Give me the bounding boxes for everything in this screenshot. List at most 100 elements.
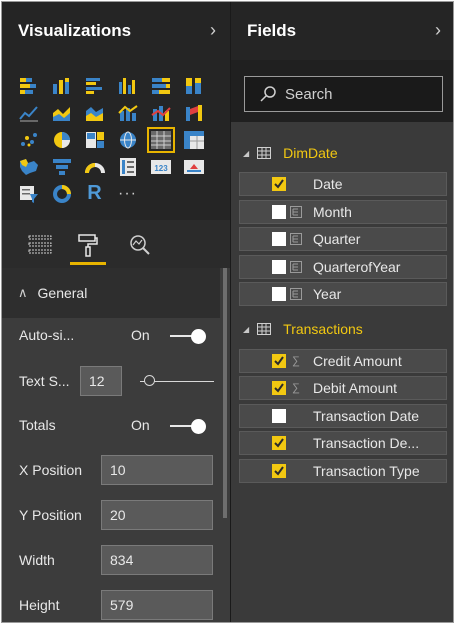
field-name: Year bbox=[313, 286, 342, 302]
field-checkbox[interactable] bbox=[272, 381, 286, 395]
100-stacked-column-chart-icon[interactable] bbox=[177, 72, 210, 99]
slicer-icon[interactable] bbox=[12, 180, 45, 207]
card-icon[interactable]: 123 bbox=[144, 153, 177, 180]
field-item-transaction-type[interactable]: Transaction Type bbox=[239, 459, 447, 483]
height-input[interactable]: 579 bbox=[101, 590, 213, 620]
line-clustered-column-icon[interactable] bbox=[111, 99, 144, 126]
stacked-bar-chart-icon[interactable] bbox=[12, 72, 45, 99]
pie-chart-icon[interactable] bbox=[45, 126, 78, 153]
stacked-area-chart-icon[interactable] bbox=[78, 99, 111, 126]
field-name: Debit Amount bbox=[313, 380, 398, 396]
globe-map-icon[interactable] bbox=[111, 126, 144, 153]
matrix-icon[interactable] bbox=[177, 126, 210, 153]
format-tab[interactable] bbox=[70, 228, 106, 265]
clustered-column-chart-icon[interactable] bbox=[111, 72, 144, 99]
field-checkbox[interactable] bbox=[272, 177, 286, 191]
field-checkbox[interactable] bbox=[272, 354, 286, 368]
field-name: Month bbox=[313, 204, 352, 220]
line-chart-icon[interactable] bbox=[12, 99, 45, 126]
format-scrollbar[interactable] bbox=[223, 268, 227, 518]
text-size-slider-handle[interactable] bbox=[144, 375, 155, 386]
field-item-year[interactable]: Year bbox=[239, 282, 447, 306]
general-section-title: General bbox=[37, 285, 88, 301]
scatter-chart-icon[interactable] bbox=[12, 126, 45, 153]
clustered-bar-chart-icon[interactable] bbox=[78, 72, 111, 99]
gauge-icon[interactable] bbox=[78, 153, 111, 180]
width-row: Width 834 bbox=[2, 543, 220, 579]
field-item-transaction-date[interactable]: Transaction Date bbox=[239, 404, 447, 428]
general-section-header[interactable]: ∧ General bbox=[2, 268, 220, 318]
field-item-month[interactable]: Month bbox=[239, 200, 447, 224]
visualizations-title: Visualizations bbox=[18, 21, 132, 40]
field-checkbox[interactable] bbox=[272, 436, 286, 450]
visualization-tabs bbox=[2, 220, 230, 268]
100-stacked-bar-chart-icon[interactable] bbox=[144, 72, 177, 99]
multi-row-card-icon[interactable] bbox=[111, 153, 144, 180]
more-visuals-label: ··· bbox=[118, 184, 137, 202]
field-item-quarter[interactable]: Quarter bbox=[239, 227, 447, 251]
height-label: Height bbox=[19, 597, 60, 613]
field-item-debit-amount[interactable]: ∑ Debit Amount bbox=[239, 376, 447, 400]
field-checkbox[interactable] bbox=[272, 409, 286, 423]
r-visual-icon[interactable]: R bbox=[78, 180, 111, 207]
kpi-icon[interactable] bbox=[177, 153, 210, 180]
field-name: QuarterofYear bbox=[313, 259, 401, 275]
totals-toggle[interactable] bbox=[170, 419, 206, 434]
donut-chart-icon[interactable] bbox=[45, 180, 78, 207]
chevron-right-icon[interactable]: › bbox=[210, 20, 216, 41]
field-checkbox[interactable] bbox=[272, 287, 286, 301]
search-input[interactable]: Search bbox=[244, 76, 443, 112]
svg-text:123: 123 bbox=[154, 164, 168, 173]
hierarchy-icon bbox=[289, 260, 303, 274]
table-header-transactions[interactable]: ◢ Transactions bbox=[231, 314, 363, 344]
table-grid-icon bbox=[257, 147, 272, 159]
more-visuals-icon[interactable]: ··· bbox=[111, 180, 144, 207]
width-label: Width bbox=[19, 552, 55, 568]
auto-size-row: Auto-si... On bbox=[2, 318, 220, 354]
r-visual-label: R bbox=[87, 182, 102, 204]
table-icon[interactable] bbox=[144, 126, 177, 153]
collapse-triangle-icon[interactable]: ◢ bbox=[243, 325, 249, 334]
field-item-date[interactable]: Date bbox=[239, 172, 447, 196]
search-placeholder: Search bbox=[285, 85, 333, 103]
table-grid-icon bbox=[257, 323, 272, 335]
filled-map-icon[interactable] bbox=[12, 153, 45, 180]
totals-state: On bbox=[131, 417, 150, 433]
totals-row: Totals On bbox=[2, 408, 220, 444]
power-bi-pane: Visualizations › 123 R ··· ∧ General Aut… bbox=[1, 1, 454, 623]
sigma-icon: ∑ bbox=[292, 382, 300, 394]
table-name: DimDate bbox=[283, 145, 338, 161]
analytics-tab[interactable] bbox=[122, 228, 158, 262]
collapse-triangle-icon[interactable]: ◢ bbox=[243, 149, 249, 158]
line-stacked-column-icon[interactable] bbox=[144, 99, 177, 126]
sigma-icon: ∑ bbox=[292, 355, 300, 367]
auto-size-toggle[interactable] bbox=[170, 329, 206, 344]
field-name: Transaction Date bbox=[313, 408, 420, 424]
field-item-transaction-description[interactable]: Transaction De... bbox=[239, 431, 447, 455]
width-input[interactable]: 834 bbox=[101, 545, 213, 575]
stacked-column-chart-icon[interactable] bbox=[45, 72, 78, 99]
fields-list: ◢ DimDate Date Month Quarter QuarterofYe… bbox=[231, 122, 453, 622]
totals-label: Totals bbox=[19, 417, 56, 433]
field-checkbox[interactable] bbox=[272, 260, 286, 274]
table-header-dimdate[interactable]: ◢ DimDate bbox=[231, 138, 338, 168]
field-checkbox[interactable] bbox=[272, 205, 286, 219]
text-size-input[interactable]: 12 bbox=[80, 366, 122, 396]
chevron-right-icon[interactable]: › bbox=[435, 20, 441, 41]
field-item-credit-amount[interactable]: ∑ Credit Amount bbox=[239, 349, 447, 373]
visualizations-header: Visualizations › bbox=[2, 2, 230, 60]
paint-roller-icon bbox=[78, 234, 98, 257]
area-chart-icon[interactable] bbox=[45, 99, 78, 126]
field-checkbox[interactable] bbox=[272, 232, 286, 246]
fields-tab[interactable] bbox=[22, 228, 58, 262]
field-checkbox[interactable] bbox=[272, 464, 286, 478]
treemap-icon[interactable] bbox=[78, 126, 111, 153]
x-position-input[interactable]: 10 bbox=[101, 455, 213, 485]
y-position-input[interactable]: 20 bbox=[101, 500, 213, 530]
field-name: Transaction De... bbox=[313, 435, 420, 451]
fields-search-area: Search bbox=[231, 60, 453, 122]
funnel-icon[interactable] bbox=[45, 153, 78, 180]
field-item-quarterofyear[interactable]: QuarterofYear bbox=[239, 255, 447, 279]
ribbon-chart-icon[interactable] bbox=[177, 99, 210, 126]
format-panel: ∧ General Auto-si... On Text S... 12 Tot… bbox=[2, 268, 230, 622]
